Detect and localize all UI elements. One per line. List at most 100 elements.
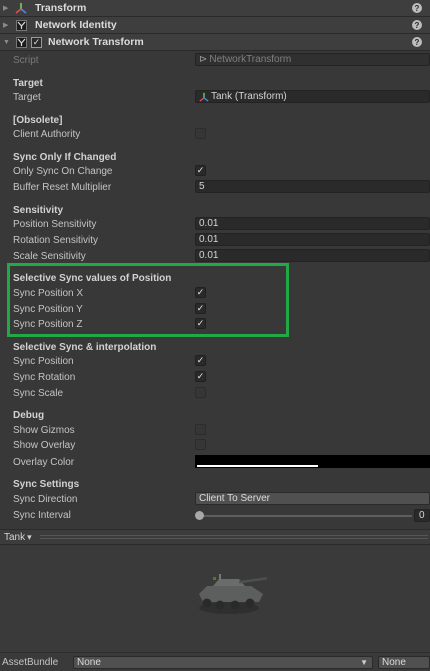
client-authority-checkbox[interactable] — [195, 128, 206, 139]
sync-position-x-label: Sync Position X — [13, 287, 84, 299]
sync-direction-value: Client To Server — [199, 493, 270, 504]
asset-variant-dropdown[interactable]: None — [378, 656, 430, 669]
target-value: Tank (Transform) — [211, 91, 287, 102]
debug-header: Debug — [13, 409, 45, 421]
sync-interval-label: Sync Interval — [13, 509, 71, 521]
client-authority-row: Client Authority — [13, 127, 80, 141]
target-section-header: Target — [13, 77, 43, 89]
script-label: Script — [13, 54, 39, 66]
sync-direction-row: Sync Direction — [13, 492, 77, 506]
rotation-sensitivity-field[interactable]: 0.01 — [195, 233, 430, 246]
chevron-down-icon: ▼ — [360, 658, 368, 667]
asset-bundle-bar: AssetBundle None ▼ None — [0, 652, 430, 671]
component-title: Network Transform — [48, 36, 144, 48]
component-title: Network Identity — [35, 19, 117, 31]
sync-position-y-label: Sync Position Y — [13, 303, 83, 315]
show-gizmos-row: Show Gizmos — [13, 423, 75, 437]
sync-position-x-row: Sync Position X — [13, 286, 83, 300]
transform-header[interactable]: ▶ Transform ? — [0, 0, 430, 17]
rotation-sensitivity-row: Rotation Sensitivity — [13, 233, 98, 247]
scale-sensitivity-label: Scale Sensitivity — [13, 250, 86, 262]
position-sensitivity-label: Position Sensitivity — [13, 218, 97, 230]
client-authority-label: Client Authority — [13, 128, 81, 140]
sync-position-x-checkbox[interactable]: ✓ — [195, 287, 206, 298]
overlay-color-row: Overlay Color — [13, 455, 74, 469]
scale-sensitivity-field[interactable]: 0.01 — [195, 249, 430, 262]
show-overlay-checkbox[interactable] — [195, 439, 206, 450]
buffer-reset-value: 5 — [199, 181, 205, 192]
help-icon[interactable]: ? — [412, 3, 422, 13]
buffer-reset-field[interactable]: 5 — [195, 180, 430, 193]
sync-scale-checkbox[interactable] — [195, 387, 206, 398]
show-overlay-label: Show Overlay — [13, 439, 76, 451]
only-sync-checkbox[interactable]: ✓ — [195, 165, 206, 176]
sync-position-y-checkbox[interactable]: ✓ — [195, 303, 206, 314]
selective-interp-header: Selective Sync & interpolation — [13, 341, 157, 353]
position-sensitivity-row: Position Sensitivity — [13, 217, 96, 231]
only-sync-row: Only Sync On Change — [13, 164, 113, 178]
asset-bundle-value: None — [77, 657, 101, 668]
position-sensitivity-field[interactable]: 0.01 — [195, 217, 430, 230]
help-icon[interactable]: ? — [412, 37, 422, 47]
preview-area[interactable] — [0, 546, 430, 652]
sync-rotation-row: Sync Rotation — [13, 370, 75, 384]
expand-arrow-icon[interactable]: ▶ — [3, 21, 13, 29]
sync-interval-value: 0 — [419, 510, 425, 521]
tank-model-preview — [199, 574, 268, 614]
sync-direction-dropdown[interactable]: Client To Server — [195, 492, 430, 505]
component-enabled-checkbox[interactable]: ✓ — [31, 36, 42, 48]
alpha-bar — [197, 465, 318, 467]
resize-grip[interactable] — [39, 535, 428, 539]
preview-title: Tank — [4, 531, 26, 543]
only-sync-label: Only Sync On Change — [13, 165, 113, 177]
sync-direction-label: Sync Direction — [13, 493, 78, 505]
target-label: Target — [13, 91, 41, 103]
sync-only-changed-header: Sync Only If Changed — [13, 151, 117, 163]
script-file-icon: ⊳ — [199, 54, 208, 65]
sync-position-row: Sync Position — [13, 354, 74, 368]
help-icon[interactable]: ? — [412, 20, 422, 30]
mirror-component-icon — [15, 19, 27, 31]
sync-interval-field[interactable]: 0 — [414, 509, 430, 522]
asset-bundle-label: AssetBundle — [2, 656, 59, 668]
show-overlay-row: Show Overlay — [13, 438, 75, 452]
sync-interval-slider-thumb[interactable] — [195, 511, 204, 520]
overlay-color-label: Overlay Color — [13, 456, 75, 468]
expand-arrow-icon[interactable]: ▶ — [3, 4, 13, 12]
sync-position-checkbox[interactable]: ✓ — [195, 355, 206, 366]
component-title: Transform — [35, 2, 87, 14]
buffer-reset-row: Buffer Reset Multiplier — [13, 180, 111, 194]
network-transform-header[interactable]: ▼ ✓ Network Transform ? — [0, 34, 430, 51]
sync-position-z-row: Sync Position Z — [13, 317, 82, 331]
rotation-sensitivity-value: 0.01 — [199, 234, 219, 245]
mirror-component-icon — [15, 36, 27, 48]
obsolete-section-header: [Obsolete] — [13, 114, 63, 126]
sync-rotation-checkbox[interactable]: ✓ — [195, 371, 206, 382]
script-field[interactable]: ⊳ NetworkTransform — [195, 53, 430, 66]
show-gizmos-label: Show Gizmos — [13, 424, 75, 436]
asset-variant-value: None — [382, 657, 406, 668]
network-identity-header[interactable]: ▶ Network Identity ? — [0, 17, 430, 34]
overlay-color-swatch[interactable] — [195, 455, 430, 468]
collapse-arrow-icon[interactable]: ▼ — [3, 39, 13, 46]
sync-position-y-row: Sync Position Y — [13, 302, 83, 316]
buffer-reset-label: Buffer Reset Multiplier — [13, 181, 112, 193]
target-label-row: Target — [13, 90, 41, 104]
sync-rotation-label: Sync Rotation — [13, 371, 76, 383]
show-gizmos-checkbox[interactable] — [195, 424, 206, 435]
script-value: NetworkTransform — [209, 54, 292, 65]
sync-position-z-checkbox[interactable]: ✓ — [195, 318, 206, 329]
transform-axes-icon — [15, 2, 27, 14]
sync-position-label: Sync Position — [13, 355, 74, 367]
target-field[interactable]: Tank (Transform) — [195, 90, 430, 103]
asset-bundle-dropdown[interactable]: None ▼ — [73, 656, 373, 669]
sync-interval-row: Sync Interval — [13, 508, 71, 522]
sync-scale-row: Sync Scale — [13, 386, 63, 400]
sync-settings-header: Sync Settings — [13, 478, 80, 490]
preview-header[interactable]: Tank ▾ — [0, 529, 430, 545]
sync-position-z-label: Sync Position Z — [13, 318, 83, 330]
script-row: Script — [13, 53, 39, 67]
transform-axes-icon — [199, 92, 209, 102]
sync-interval-slider-track[interactable] — [200, 515, 412, 517]
preview-dropdown-icon[interactable]: ▾ — [27, 532, 32, 543]
